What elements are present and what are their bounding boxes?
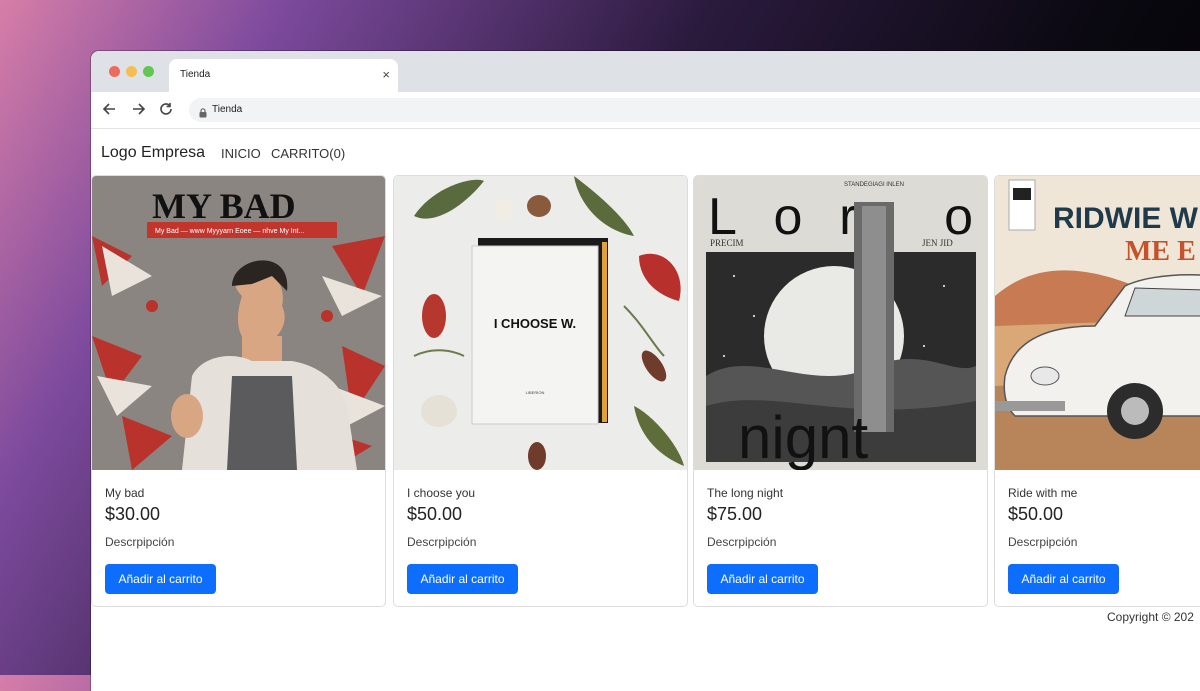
footer-copyright: Copyright © 202 — [1107, 610, 1194, 624]
cover-line1: RIDWIE W — [1053, 202, 1199, 235]
browser-toolbar: Tienda — [91, 92, 1200, 129]
product-image-i-choose-you: I CHOOSE W. LIBERION — [394, 176, 687, 470]
cover-bottom-text: nignt — [738, 404, 868, 470]
product-price: $75.00 — [707, 504, 763, 524]
product-card: My Bad — www Myyyarn Eoee — nhve My Int.… — [91, 175, 386, 607]
address-bar[interactable]: Tienda — [189, 98, 1200, 122]
nav-inicio-link[interactable]: INICIO — [221, 146, 261, 161]
url-text: Tienda — [212, 104, 243, 115]
window-controls — [109, 66, 154, 77]
lock-icon — [199, 105, 207, 123]
close-window-button[interactable] — [109, 66, 120, 77]
forward-arrow-icon[interactable] — [129, 100, 147, 118]
add-to-cart-button[interactable]: Añadir al carrito — [407, 564, 518, 594]
product-price: $50.00 — [1008, 504, 1064, 524]
tab-close-icon[interactable]: × — [382, 67, 390, 82]
brand-logo[interactable]: Logo Empresa — [101, 144, 205, 162]
reload-icon[interactable] — [157, 100, 175, 118]
product-image-my-bad: My Bad — www Myyyarn Eoee — nhve My Int.… — [92, 176, 385, 470]
nav-carrito-link[interactable]: CARRITO(0) — [271, 146, 345, 161]
product-description: Descrpipción — [407, 535, 477, 549]
cover-line2: ME E — [1125, 236, 1196, 267]
site-navbar: Logo Empresa INICIO CARRITO(0) — [91, 129, 1200, 176]
product-price: $50.00 — [407, 504, 463, 524]
back-arrow-icon[interactable] — [101, 100, 119, 118]
cover-headline: MY BAD — [152, 186, 296, 226]
browser-tab[interactable]: Tienda × — [169, 59, 398, 92]
product-card: RIDWIE W ME E Ride with me $50.00 Descrp… — [994, 175, 1200, 607]
product-price: $30.00 — [105, 504, 161, 524]
cover-right-text: JEN JID — [922, 238, 953, 248]
product-image-ride-with-me: RIDWIE W ME E — [995, 176, 1200, 470]
product-title: My bad — [105, 486, 145, 500]
maximize-window-button[interactable] — [143, 66, 154, 77]
cover-sub-text: LIBERION — [526, 390, 545, 395]
add-to-cart-button[interactable]: Añadir al carrito — [105, 564, 216, 594]
product-description: Descrpipción — [707, 535, 777, 549]
product-card: I CHOOSE W. LIBERION I choose you $50.00… — [393, 175, 688, 607]
cover-headline: I CHOOSE W. — [494, 316, 576, 331]
add-to-cart-button[interactable]: Añadir al carrito — [1008, 564, 1119, 594]
product-title: I choose you — [407, 486, 476, 500]
cover-sub-text: My Bad — www Myyyarn Eoee — nhve My Int.… — [155, 228, 304, 235]
product-card: STANDEGIAGI INLEN Lor o PRECIM JEN JID n… — [693, 175, 988, 607]
cover-left-text: PRECIM — [710, 238, 744, 248]
product-description: Descrpipción — [105, 535, 175, 549]
browser-window: Tienda × Tienda Logo Empresa INICIO CARR… — [91, 51, 1200, 691]
minimize-window-button[interactable] — [126, 66, 137, 77]
product-image-the-long-night: STANDEGIAGI INLEN Lor o PRECIM JEN JID n… — [694, 176, 987, 470]
tab-bar: Tienda × — [91, 51, 1200, 92]
tab-title: Tienda — [180, 69, 211, 80]
product-title: The long night — [707, 486, 784, 500]
add-to-cart-button[interactable]: Añadir al carrito — [707, 564, 818, 594]
product-description: Descrpipción — [1008, 535, 1078, 549]
store-page: Logo Empresa INICIO CARRITO(0) My Bad — … — [91, 129, 1200, 691]
product-title: Ride with me — [1008, 486, 1078, 500]
